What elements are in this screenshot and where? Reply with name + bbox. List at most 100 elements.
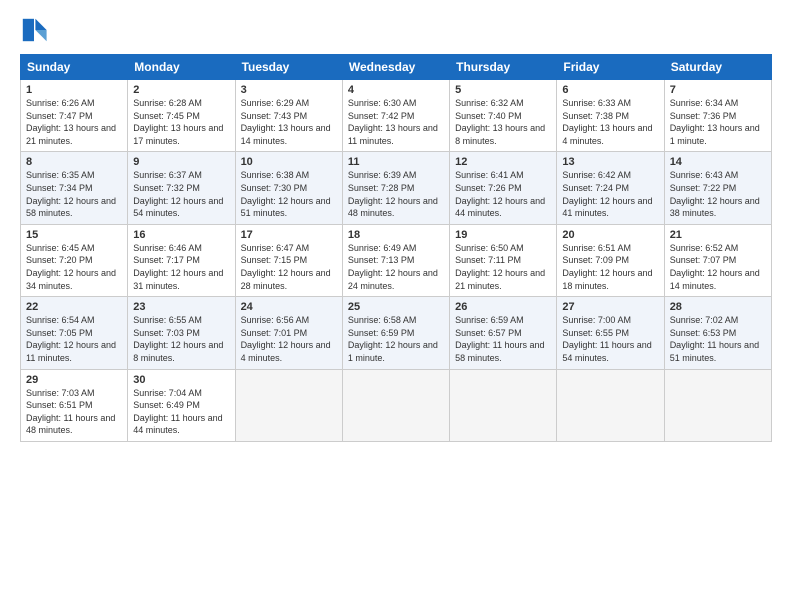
calendar-day: 24 Sunrise: 6:56 AM Sunset: 7:01 PM Dayl… — [235, 297, 342, 369]
calendar-day: 28 Sunrise: 7:02 AM Sunset: 6:53 PM Dayl… — [664, 297, 771, 369]
calendar-week-row: 22 Sunrise: 6:54 AM Sunset: 7:05 PM Dayl… — [21, 297, 772, 369]
calendar-day: 17 Sunrise: 6:47 AM Sunset: 7:15 PM Dayl… — [235, 224, 342, 296]
calendar-day: 2 Sunrise: 6:28 AM Sunset: 7:45 PM Dayli… — [128, 80, 235, 152]
calendar-day: 12 Sunrise: 6:41 AM Sunset: 7:26 PM Dayl… — [450, 152, 557, 224]
day-info: Sunrise: 6:54 AM Sunset: 7:05 PM Dayligh… — [26, 314, 122, 364]
calendar: Sunday Monday Tuesday Wednesday Thursday… — [20, 54, 772, 442]
day-info: Sunrise: 6:32 AM Sunset: 7:40 PM Dayligh… — [455, 97, 551, 147]
calendar-day — [557, 369, 664, 441]
day-number: 8 — [26, 156, 122, 168]
day-number: 17 — [241, 229, 337, 241]
day-info: Sunrise: 6:45 AM Sunset: 7:20 PM Dayligh… — [26, 242, 122, 292]
calendar-day: 20 Sunrise: 6:51 AM Sunset: 7:09 PM Dayl… — [557, 224, 664, 296]
day-info: Sunrise: 6:41 AM Sunset: 7:26 PM Dayligh… — [455, 169, 551, 219]
calendar-day: 16 Sunrise: 6:46 AM Sunset: 7:17 PM Dayl… — [128, 224, 235, 296]
day-info: Sunrise: 6:26 AM Sunset: 7:47 PM Dayligh… — [26, 97, 122, 147]
day-number: 11 — [348, 156, 444, 168]
day-info: Sunrise: 6:49 AM Sunset: 7:13 PM Dayligh… — [348, 242, 444, 292]
calendar-day: 18 Sunrise: 6:49 AM Sunset: 7:13 PM Dayl… — [342, 224, 449, 296]
header-tuesday: Tuesday — [235, 55, 342, 80]
calendar-day — [235, 369, 342, 441]
calendar-week-row: 8 Sunrise: 6:35 AM Sunset: 7:34 PM Dayli… — [21, 152, 772, 224]
day-number: 2 — [133, 84, 229, 96]
calendar-day: 10 Sunrise: 6:38 AM Sunset: 7:30 PM Dayl… — [235, 152, 342, 224]
day-info: Sunrise: 6:43 AM Sunset: 7:22 PM Dayligh… — [670, 169, 766, 219]
calendar-day: 3 Sunrise: 6:29 AM Sunset: 7:43 PM Dayli… — [235, 80, 342, 152]
calendar-week-row: 15 Sunrise: 6:45 AM Sunset: 7:20 PM Dayl… — [21, 224, 772, 296]
day-number: 10 — [241, 156, 337, 168]
calendar-day: 21 Sunrise: 6:52 AM Sunset: 7:07 PM Dayl… — [664, 224, 771, 296]
calendar-day: 7 Sunrise: 6:34 AM Sunset: 7:36 PM Dayli… — [664, 80, 771, 152]
day-info: Sunrise: 6:55 AM Sunset: 7:03 PM Dayligh… — [133, 314, 229, 364]
day-number: 26 — [455, 301, 551, 313]
day-info: Sunrise: 6:30 AM Sunset: 7:42 PM Dayligh… — [348, 97, 444, 147]
calendar-day — [342, 369, 449, 441]
day-number: 25 — [348, 301, 444, 313]
calendar-day: 8 Sunrise: 6:35 AM Sunset: 7:34 PM Dayli… — [21, 152, 128, 224]
page: Sunday Monday Tuesday Wednesday Thursday… — [0, 0, 792, 612]
calendar-day: 11 Sunrise: 6:39 AM Sunset: 7:28 PM Dayl… — [342, 152, 449, 224]
day-info: Sunrise: 6:46 AM Sunset: 7:17 PM Dayligh… — [133, 242, 229, 292]
calendar-day: 9 Sunrise: 6:37 AM Sunset: 7:32 PM Dayli… — [128, 152, 235, 224]
day-info: Sunrise: 7:03 AM Sunset: 6:51 PM Dayligh… — [26, 387, 122, 437]
calendar-day — [664, 369, 771, 441]
day-info: Sunrise: 6:34 AM Sunset: 7:36 PM Dayligh… — [670, 97, 766, 147]
day-number: 18 — [348, 229, 444, 241]
weekday-header-row: Sunday Monday Tuesday Wednesday Thursday… — [21, 55, 772, 80]
calendar-day: 25 Sunrise: 6:58 AM Sunset: 6:59 PM Dayl… — [342, 297, 449, 369]
calendar-day: 30 Sunrise: 7:04 AM Sunset: 6:49 PM Dayl… — [128, 369, 235, 441]
day-info: Sunrise: 6:39 AM Sunset: 7:28 PM Dayligh… — [348, 169, 444, 219]
day-number: 7 — [670, 84, 766, 96]
day-number: 29 — [26, 374, 122, 386]
day-number: 14 — [670, 156, 766, 168]
calendar-day — [450, 369, 557, 441]
day-info: Sunrise: 6:33 AM Sunset: 7:38 PM Dayligh… — [562, 97, 658, 147]
day-number: 28 — [670, 301, 766, 313]
day-info: Sunrise: 6:35 AM Sunset: 7:34 PM Dayligh… — [26, 169, 122, 219]
calendar-day: 27 Sunrise: 7:00 AM Sunset: 6:55 PM Dayl… — [557, 297, 664, 369]
day-info: Sunrise: 6:59 AM Sunset: 6:57 PM Dayligh… — [455, 314, 551, 364]
day-number: 9 — [133, 156, 229, 168]
calendar-week-row: 1 Sunrise: 6:26 AM Sunset: 7:47 PM Dayli… — [21, 80, 772, 152]
header-sunday: Sunday — [21, 55, 128, 80]
logo — [20, 16, 52, 44]
header-monday: Monday — [128, 55, 235, 80]
day-number: 20 — [562, 229, 658, 241]
day-number: 19 — [455, 229, 551, 241]
day-number: 24 — [241, 301, 337, 313]
day-info: Sunrise: 6:52 AM Sunset: 7:07 PM Dayligh… — [670, 242, 766, 292]
header-friday: Friday — [557, 55, 664, 80]
day-info: Sunrise: 7:00 AM Sunset: 6:55 PM Dayligh… — [562, 314, 658, 364]
calendar-day: 29 Sunrise: 7:03 AM Sunset: 6:51 PM Dayl… — [21, 369, 128, 441]
calendar-day: 14 Sunrise: 6:43 AM Sunset: 7:22 PM Dayl… — [664, 152, 771, 224]
day-number: 15 — [26, 229, 122, 241]
day-info: Sunrise: 6:56 AM Sunset: 7:01 PM Dayligh… — [241, 314, 337, 364]
calendar-day: 6 Sunrise: 6:33 AM Sunset: 7:38 PM Dayli… — [557, 80, 664, 152]
calendar-day: 19 Sunrise: 6:50 AM Sunset: 7:11 PM Dayl… — [450, 224, 557, 296]
day-info: Sunrise: 7:02 AM Sunset: 6:53 PM Dayligh… — [670, 314, 766, 364]
header-saturday: Saturday — [664, 55, 771, 80]
day-number: 30 — [133, 374, 229, 386]
header — [20, 16, 772, 44]
day-number: 21 — [670, 229, 766, 241]
day-number: 16 — [133, 229, 229, 241]
header-wednesday: Wednesday — [342, 55, 449, 80]
day-number: 6 — [562, 84, 658, 96]
calendar-day: 1 Sunrise: 6:26 AM Sunset: 7:47 PM Dayli… — [21, 80, 128, 152]
header-thursday: Thursday — [450, 55, 557, 80]
calendar-week-row: 29 Sunrise: 7:03 AM Sunset: 6:51 PM Dayl… — [21, 369, 772, 441]
day-info: Sunrise: 6:50 AM Sunset: 7:11 PM Dayligh… — [455, 242, 551, 292]
day-info: Sunrise: 6:42 AM Sunset: 7:24 PM Dayligh… — [562, 169, 658, 219]
day-number: 5 — [455, 84, 551, 96]
day-number: 1 — [26, 84, 122, 96]
day-number: 4 — [348, 84, 444, 96]
day-number: 23 — [133, 301, 229, 313]
calendar-day: 22 Sunrise: 6:54 AM Sunset: 7:05 PM Dayl… — [21, 297, 128, 369]
day-info: Sunrise: 6:38 AM Sunset: 7:30 PM Dayligh… — [241, 169, 337, 219]
day-info: Sunrise: 6:58 AM Sunset: 6:59 PM Dayligh… — [348, 314, 444, 364]
day-info: Sunrise: 6:47 AM Sunset: 7:15 PM Dayligh… — [241, 242, 337, 292]
calendar-day: 26 Sunrise: 6:59 AM Sunset: 6:57 PM Dayl… — [450, 297, 557, 369]
logo-icon — [20, 16, 48, 44]
calendar-day: 23 Sunrise: 6:55 AM Sunset: 7:03 PM Dayl… — [128, 297, 235, 369]
day-info: Sunrise: 6:51 AM Sunset: 7:09 PM Dayligh… — [562, 242, 658, 292]
